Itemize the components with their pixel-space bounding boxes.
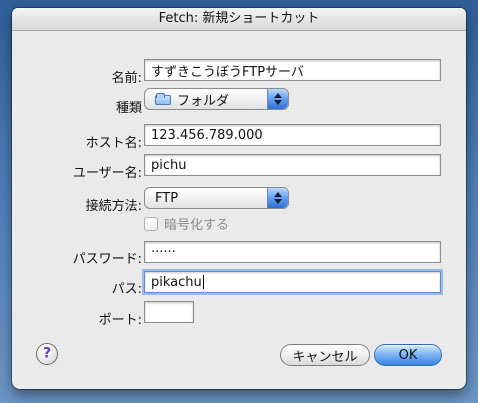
- path-field[interactable]: pikachu: [144, 271, 441, 293]
- method-popup[interactable]: FTP: [144, 187, 289, 209]
- host-field-value: 123.456.789.000: [151, 127, 263, 143]
- host-field[interactable]: 123.456.789.000: [144, 124, 441, 146]
- cancel-button[interactable]: キャンセル: [280, 344, 370, 366]
- user-field[interactable]: pichu: [144, 154, 441, 176]
- type-label: 種類: [115, 101, 142, 116]
- encrypt-label: 暗号化する: [164, 218, 230, 233]
- type-popup[interactable]: フォルダ: [144, 88, 289, 110]
- name-field[interactable]: すずきこうぼうFTPサーバ: [144, 59, 441, 81]
- arrow-down-icon: [274, 199, 282, 204]
- up-down-arrow-icon: [267, 188, 288, 208]
- user-label: ユーザー名:: [72, 166, 142, 181]
- method-popup-value: FTP: [155, 190, 179, 206]
- host-label: ホスト名:: [85, 136, 142, 151]
- name-label: 名前:: [111, 71, 142, 86]
- method-label: 接続方法:: [85, 199, 142, 214]
- password-field-value: ······: [151, 244, 176, 260]
- title-bar: Fetch: 新規ショートカット: [12, 8, 466, 31]
- password-label: パスワード:: [72, 252, 142, 267]
- ok-button[interactable]: OK: [374, 344, 442, 366]
- arrow-up-icon: [274, 192, 282, 197]
- port-label: ポート:: [98, 313, 142, 328]
- arrow-up-icon: [274, 93, 282, 98]
- path-field-value: pikachu: [151, 274, 202, 290]
- password-field[interactable]: ······: [144, 241, 441, 263]
- text-caret: [202, 275, 204, 289]
- type-popup-value: フォルダ: [177, 93, 230, 109]
- help-icon: ?: [42, 345, 52, 362]
- window-title: Fetch: 新規ショートカット: [158, 11, 320, 26]
- folder-icon: [155, 93, 171, 105]
- user-field-value: pichu: [151, 157, 187, 173]
- encrypt-checkbox[interactable]: [144, 217, 158, 231]
- dialog-window: Fetch: 新規ショートカット 名前: すずきこうぼうFTPサーバ 種類 フォ…: [12, 8, 466, 389]
- up-down-arrow-icon: [267, 89, 288, 109]
- port-field[interactable]: [144, 301, 194, 323]
- path-label: パス:: [111, 282, 142, 297]
- arrow-down-icon: [274, 100, 282, 105]
- name-field-value: すずきこうぼうFTPサーバ: [151, 64, 304, 80]
- help-button[interactable]: ?: [36, 343, 58, 365]
